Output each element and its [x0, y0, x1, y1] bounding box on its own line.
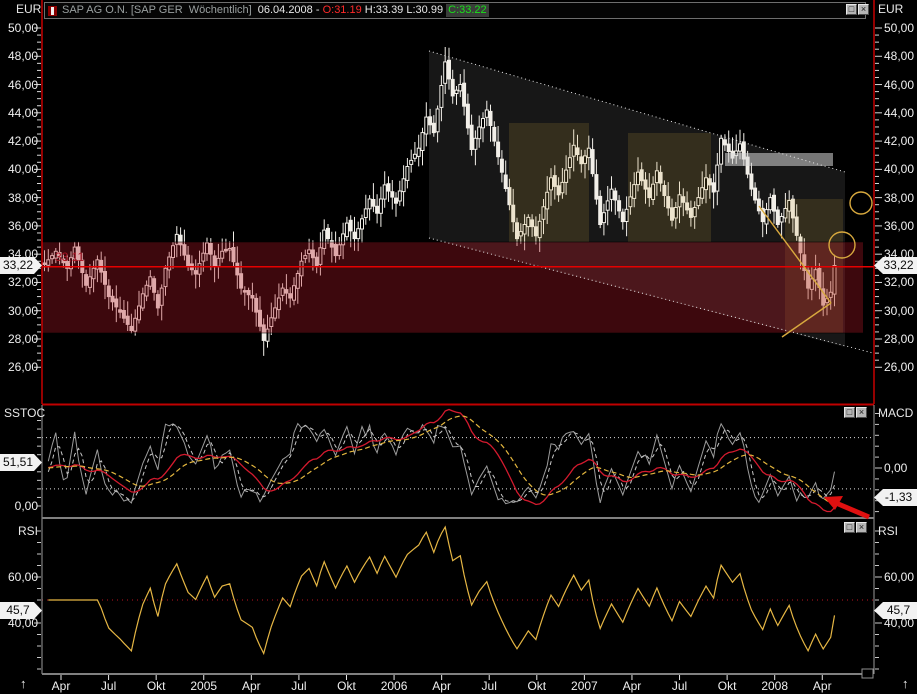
currency-label-left: EUR — [16, 2, 41, 16]
rsi-value-tag-right: 45,7 — [874, 602, 917, 619]
rsi-panel-label-right: RSI — [878, 524, 898, 538]
sstoc-axis-label: 0,00 — [0, 499, 38, 513]
time-axis-label: 2007 — [571, 679, 598, 693]
price-axis-label-right: 44,00 — [884, 106, 914, 120]
rsi-window-buttons: □ × — [844, 522, 867, 533]
time-axis-label: Jul — [672, 679, 687, 693]
time-axis-label: Jul — [291, 679, 306, 693]
price-axis-label-left: 28,00 — [0, 332, 38, 346]
rsi-value-tag-left: 45,7 — [0, 602, 42, 619]
rsi-axis-label-right: 60,00 — [884, 570, 914, 584]
instrument-icon — [48, 6, 57, 16]
instrument-title: SAP AG O.N. [SAP GER Wöchentlich] — [62, 4, 252, 17]
price-axis-label-right: 48,00 — [884, 49, 914, 63]
time-axis-label: Apr — [623, 679, 642, 693]
maximize-button[interactable]: □ — [846, 4, 857, 15]
close-button[interactable]: × — [858, 4, 869, 15]
time-axis-label: Okt — [337, 679, 356, 693]
time-axis-label: 2005 — [190, 679, 217, 693]
time-axis-label: Apr — [52, 679, 71, 693]
chart-application-window: EUR EUR SAP AG O.N. [SAP GER Wöchentlich… — [0, 0, 917, 694]
sstoc-maximize-button[interactable]: □ — [844, 407, 855, 418]
scroll-right-arrow-icon[interactable]: ↑ — [902, 676, 909, 691]
price-axis-label-left: 26,00 — [0, 360, 38, 374]
price-axis-label-left: 42,00 — [0, 134, 38, 148]
time-axis-label: Jul — [482, 679, 497, 693]
price-axis-label-right: 36,00 — [884, 219, 914, 233]
sstoc-panel-label: SSTOC — [4, 406, 45, 420]
quote-open: O:31.19 — [323, 4, 362, 17]
time-axis-label: 2006 — [381, 679, 408, 693]
price-axis-label-right: 38,00 — [884, 191, 914, 205]
scroll-left-arrow-icon[interactable]: ↑ — [20, 676, 27, 691]
price-axis-label-right: 30,00 — [884, 304, 914, 318]
price-axis-label-right: 46,00 — [884, 78, 914, 92]
rsi-axis-label-left: 60,00 — [0, 570, 38, 584]
last-price-tag-left: 33,22 — [0, 257, 42, 274]
time-axis-label: Okt — [147, 679, 166, 693]
title-bar[interactable]: SAP AG O.N. [SAP GER Wöchentlich] 06.04.… — [44, 2, 866, 19]
quote-high-low: H:33.39 L:30.99 — [362, 4, 446, 17]
price-axis-label-left: 32,00 — [0, 275, 38, 289]
price-axis-label-right: 32,00 — [884, 275, 914, 289]
support-line-value-label: 33,11 — [55, 250, 84, 264]
price-axis-label-left: 38,00 — [0, 191, 38, 205]
sstoc-close-button[interactable]: × — [856, 407, 867, 418]
macd-panel-label: MACD — [878, 406, 913, 420]
price-axis-label-left: 30,00 — [0, 304, 38, 318]
time-axis-label: Okt — [527, 679, 546, 693]
price-axis-label-right: 50,00 — [884, 21, 914, 35]
currency-label-right: EUR — [878, 2, 903, 16]
rsi-panel-label-left: RSI — [0, 524, 38, 538]
quote-date: 06.04.2008 - — [258, 4, 323, 17]
price-axis-label-right: 26,00 — [884, 360, 914, 374]
price-axis-label-left: 48,00 — [0, 49, 38, 63]
macd-value-tag: -1,33 — [874, 489, 917, 506]
quote-close: C:33.22 — [446, 4, 489, 17]
price-axis-label-right: 40,00 — [884, 162, 914, 176]
price-axis-label-left: 36,00 — [0, 219, 38, 233]
price-axis-label-left: 44,00 — [0, 106, 38, 120]
price-axis-label-left: 40,00 — [0, 162, 38, 176]
rsi-maximize-button[interactable]: □ — [844, 522, 855, 533]
time-axis-label: Apr — [242, 679, 261, 693]
sstoc-value-tag: 51,51 — [0, 454, 42, 471]
time-axis-label: 2008 — [761, 679, 788, 693]
time-axis-label: Okt — [718, 679, 737, 693]
main-window-buttons: □ × — [846, 4, 869, 15]
sstoc-window-buttons: □ × — [844, 407, 867, 418]
time-axis-label: Apr — [432, 679, 451, 693]
time-axis-label: Apr — [813, 679, 832, 693]
price-axis-label-left: 46,00 — [0, 78, 38, 92]
price-axis-label-right: 28,00 — [884, 332, 914, 346]
rsi-close-button[interactable]: × — [856, 522, 867, 533]
time-axis-label: Jul — [101, 679, 116, 693]
price-axis-label-right: 42,00 — [884, 134, 914, 148]
last-price-tag-right: 33,22 — [874, 257, 917, 274]
price-axis-label-left: 50,00 — [0, 21, 38, 35]
chart-canvas[interactable] — [0, 0, 917, 694]
macd-axis-label: 0,00 — [884, 461, 907, 475]
